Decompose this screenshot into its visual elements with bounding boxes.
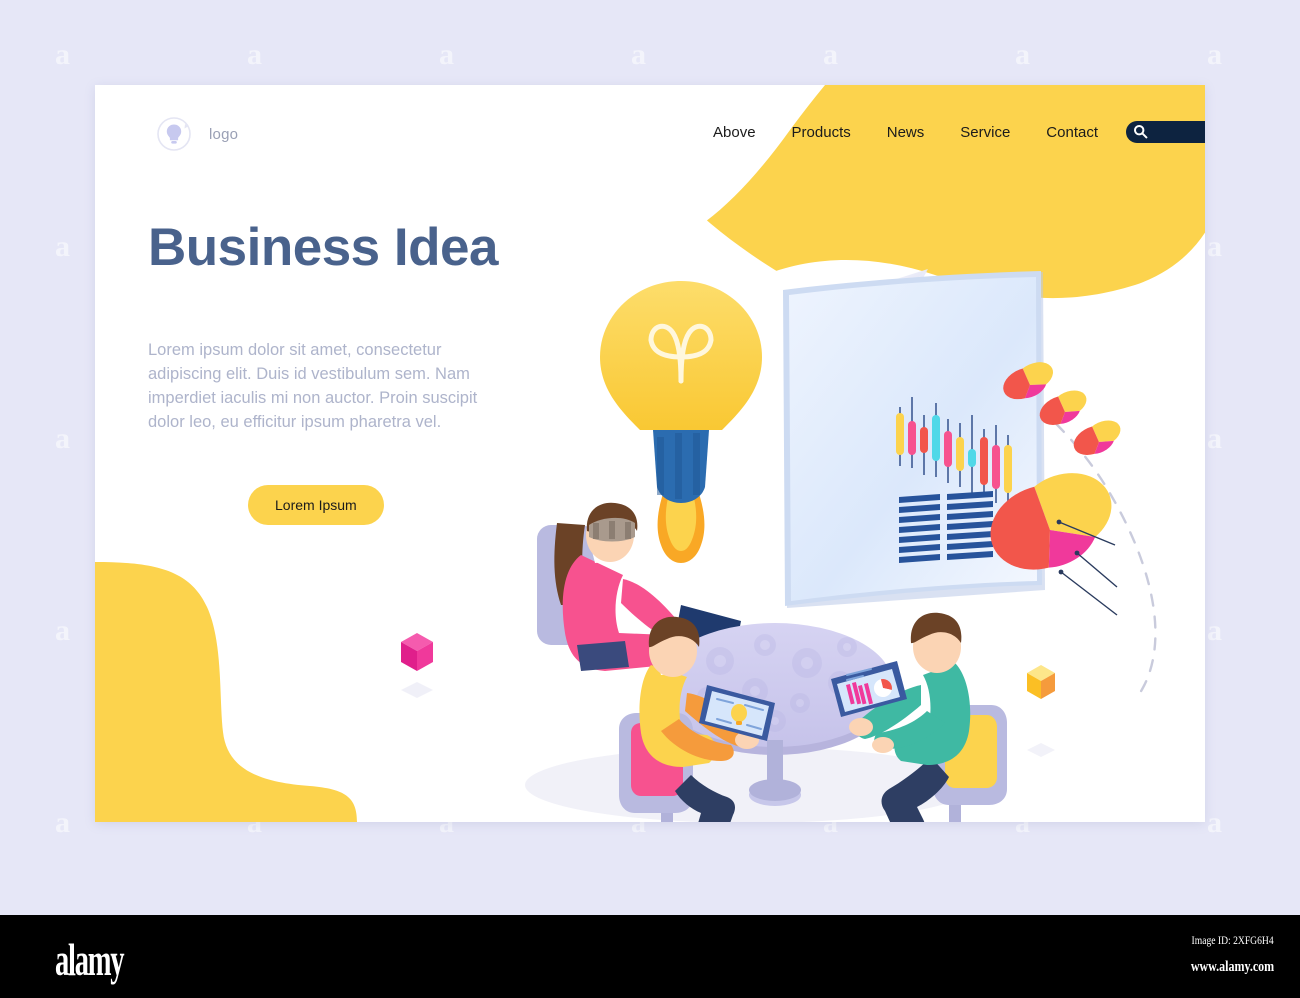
watermark-bar: alamy Image ID: 2XFG6H4 www.alamy.com [0,915,1300,998]
watermark-letter: a [55,614,70,647]
yellow-isometric-cube [1027,665,1055,699]
pink-cube-shadow [401,682,433,698]
watermark-letter: a [55,806,70,839]
brand-logo[interactable]: logo [155,115,238,153]
watermark-letter: a [1207,230,1222,263]
watermark-letter: a [1207,806,1222,839]
watermark-letter: a [55,230,70,263]
search-icon [1133,124,1148,144]
primary-nav: Above Products News Service Contact [695,121,1205,143]
watermark-letter: a [247,38,262,71]
site-header: logo Above Products News Service Contact [95,85,1205,185]
yellow-cube-shadow [1027,743,1055,757]
nav-item-service[interactable]: Service [942,124,1028,141]
lightbulb-refresh-icon [155,115,193,153]
cta-button[interactable]: Lorem Ipsum [248,484,384,525]
nav-item-news[interactable]: News [869,124,943,141]
hero-section: Business Idea Lorem ipsum dolor sit amet… [148,220,578,525]
landing-page-card: logo Above Products News Service Contact [95,85,1205,822]
nav-item-contact[interactable]: Contact [1028,124,1116,141]
watermark-letter: a [439,38,454,71]
page-title: Business Idea [148,218,498,277]
screenshot-stage: aaaaaaaaaaaaaaaaaaaaaaaaaaaaaaaaaaa logo [0,0,1300,998]
nav-item-products[interactable]: Products [774,124,869,141]
search-box[interactable] [1126,121,1205,143]
watermark-letter: a [823,38,838,71]
watermark-letter: a [631,38,646,71]
watermark-letter: a [1207,422,1222,455]
brand-logo-label: logo [209,125,239,143]
pink-isometric-cube [401,633,433,671]
small-pie-chart-3 [1073,420,1121,455]
image-id-label: Image ID: 2XFG6H4 [1191,933,1274,947]
website-label: www.alamy.com [1190,959,1274,975]
watermark-letter: a [1207,614,1222,647]
nav-item-above[interactable]: Above [695,124,774,141]
watermark-letter: a [1207,38,1222,71]
alamy-logo: alamy [55,934,125,985]
watermark-letter: a [1015,38,1030,71]
curved-dashboard-screen [783,271,1121,616]
watermark-letter: a [55,38,70,71]
watermark-letter: a [55,422,70,455]
hero-body-text: Lorem ipsum dolor sit amet, consectetur … [148,340,478,432]
